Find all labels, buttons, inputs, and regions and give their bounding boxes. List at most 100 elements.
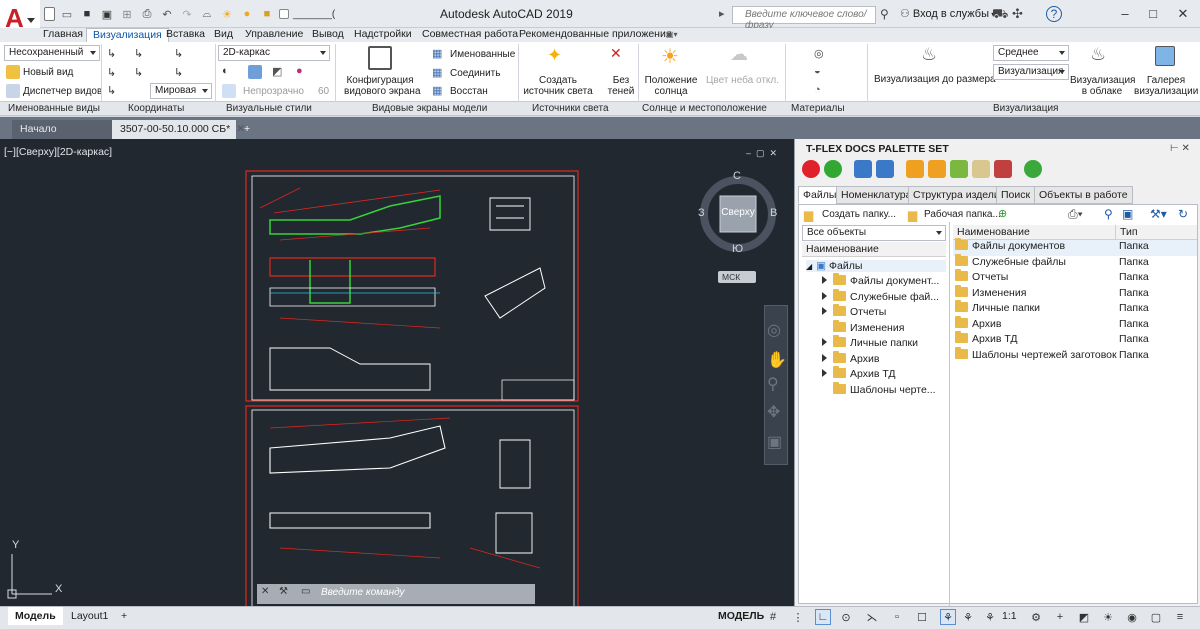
lock-icon[interactable]: ■	[259, 6, 275, 22]
annotation-scale[interactable]: 1:1	[1002, 610, 1017, 622]
refresh-icon[interactable]	[802, 160, 820, 178]
preview-icon[interactable]: ▣	[1122, 207, 1133, 221]
panel-label-coords[interactable]: Координаты	[128, 102, 184, 116]
materials-map-icon[interactable]: ◒	[814, 65, 828, 79]
doc-tab-start[interactable]: Начало	[12, 120, 112, 139]
layout-tab-layout1[interactable]: Layout1	[64, 607, 115, 625]
splitter[interactable]	[949, 222, 950, 606]
wrench-icon[interactable]: ⚒▾	[1150, 207, 1167, 221]
checkin-icon[interactable]	[906, 160, 924, 178]
tree-item[interactable]: Шаблоны черте...	[822, 381, 946, 400]
ucs-icon[interactable]: ↳	[107, 47, 121, 61]
command-line[interactable]: ✕ ⚒ ▭ Введите команду	[257, 584, 535, 604]
doc-tab-drawing[interactable]: 3507-00-50.10.000 СБ* ✕	[112, 120, 245, 139]
create-light-button[interactable]: Создать источник света	[523, 75, 593, 97]
maximize-button[interactable]: □	[1140, 4, 1166, 24]
tree-header[interactable]: Наименование	[802, 242, 946, 257]
tab-nomenclature[interactable]: Номенклатура	[836, 186, 917, 204]
cloud-render-icon[interactable]: ♨	[1090, 44, 1114, 68]
chevron-right-icon[interactable]	[822, 353, 827, 362]
command-input[interactable]: Введите команду	[321, 587, 405, 598]
hardware-accel-icon[interactable]: ◩	[1076, 609, 1092, 625]
cart-icon[interactable]: ⛟	[992, 6, 1008, 24]
search-input[interactable]: Введите ключевое слово/фразу	[732, 6, 876, 31]
ucs-origin-icon[interactable]: ↳	[134, 47, 148, 61]
osnap-icon[interactable]: ▫	[889, 609, 905, 625]
tab-visualize[interactable]: Визуализация	[86, 28, 169, 42]
cloud-render-button[interactable]: Визуализация в облаке	[1070, 75, 1135, 97]
compass-south[interactable]: Ю	[732, 243, 743, 255]
annotation-icon[interactable]: ⚘	[940, 609, 956, 625]
print-icon[interactable]: ⎙▾	[1068, 207, 1083, 222]
shading-icon[interactable]: ◐	[222, 65, 236, 79]
sun-position-button[interactable]: Положение солнца	[640, 75, 702, 97]
material-icon[interactable]: ●	[296, 65, 310, 79]
tree-item[interactable]: Отчеты	[822, 304, 946, 322]
ucs-z-icon[interactable]: ↳	[174, 66, 188, 80]
table-row[interactable]: Изменения Папка	[953, 284, 1197, 303]
compass-east[interactable]: В	[770, 207, 777, 219]
save-icon[interactable]: ■	[79, 6, 95, 22]
opacity-value[interactable]: 60	[318, 86, 329, 97]
light-bulb-icon[interactable]: ✦	[547, 45, 569, 67]
clean-screen-icon[interactable]: ▢	[1148, 609, 1164, 625]
join-button[interactable]: Соединить	[450, 68, 500, 79]
named-viewports-button[interactable]: Именованные	[450, 49, 515, 60]
chevron-right-icon[interactable]	[822, 276, 827, 284]
table-row[interactable]: Архив Папка	[953, 315, 1197, 334]
viewport-window-controls[interactable]: – ▢ ✕	[746, 148, 786, 158]
panel-label-render[interactable]: Визуализация	[993, 102, 1058, 116]
key-icon[interactable]	[972, 160, 990, 178]
zoom-icon[interactable]: ⚲	[767, 374, 779, 394]
print-icon[interactable]: ⎙	[139, 6, 155, 22]
binoculars-icon[interactable]: ⚲	[880, 7, 889, 21]
lineweight-icon[interactable]: ☐	[914, 609, 930, 625]
expand-icon[interactable]: ▸	[719, 7, 728, 21]
orbit-icon[interactable]: ✥	[767, 402, 780, 422]
chevron-right-icon[interactable]	[822, 291, 827, 300]
minimize-button[interactable]: –	[1112, 4, 1138, 24]
forward-icon[interactable]	[854, 160, 872, 178]
compass-north[interactable]: С	[733, 170, 741, 182]
view-manager-button[interactable]: Диспетчер видов	[23, 86, 102, 97]
tab-home[interactable]: Главная	[37, 28, 89, 42]
annovisibility-icon[interactable]: ⚘	[960, 609, 976, 625]
close-icon[interactable]: ✕	[261, 586, 269, 597]
table-row[interactable]: Файлы документов Папка	[953, 238, 1197, 256]
new-icon[interactable]	[44, 7, 55, 21]
column-type-header[interactable]: Тип	[1115, 225, 1197, 240]
help-icon[interactable]: ?	[1046, 6, 1062, 22]
back-icon[interactable]	[824, 160, 842, 178]
polar-icon[interactable]: ⊙	[838, 609, 854, 625]
saveas-icon[interactable]: ▣	[99, 6, 115, 22]
open-icon[interactable]: ▭	[59, 6, 75, 22]
model-space-toggle[interactable]: МОДЕЛЬ	[718, 610, 764, 622]
color-swatch-icon[interactable]	[279, 9, 289, 19]
materials-attach-icon[interactable]: ◔	[814, 84, 828, 98]
ucs-3point-icon[interactable]: ↳	[174, 47, 188, 61]
viewport-config-button[interactable]: Конфигурация видового экрана	[344, 75, 421, 97]
login-button[interactable]: ⚇ Вход в службы ▾	[900, 7, 995, 20]
sun-position-icon[interactable]: ☀	[661, 44, 685, 68]
upload-icon[interactable]	[876, 160, 894, 178]
panel-label-visual-styles[interactable]: Визуальные стили	[226, 102, 312, 116]
column-name-header[interactable]: Наименование	[953, 225, 1115, 240]
tree-item[interactable]: Файлы документ...	[822, 273, 946, 291]
redo-icon[interactable]: ↷	[179, 6, 195, 22]
tab-addins[interactable]: Надстройки	[348, 28, 418, 42]
bulb-icon[interactable]: ●	[239, 6, 255, 22]
gear-icon[interactable]: ⚙	[1028, 609, 1044, 625]
workspace-button[interactable]: Рабочая папка...	[924, 209, 1001, 220]
viewport-config-icon[interactable]	[368, 46, 392, 70]
help-icon[interactable]	[1024, 160, 1042, 178]
filter-dropdown[interactable]: Все объекты	[802, 225, 946, 241]
share-icon[interactable]: ⊞	[119, 6, 135, 22]
close-button[interactable]: ✕	[1170, 4, 1196, 24]
tree-item[interactable]: Архив	[822, 350, 946, 369]
sun-icon[interactable]: ☀	[219, 6, 235, 22]
restore-button[interactable]: Восстан	[450, 86, 488, 97]
refresh-icon[interactable]: ↻	[1178, 207, 1188, 221]
tab-view[interactable]: Вид	[208, 28, 239, 42]
connect-icon[interactable]: ✣	[1012, 6, 1023, 22]
ribbon-minimize-icon[interactable]: ▣▾	[666, 30, 678, 40]
